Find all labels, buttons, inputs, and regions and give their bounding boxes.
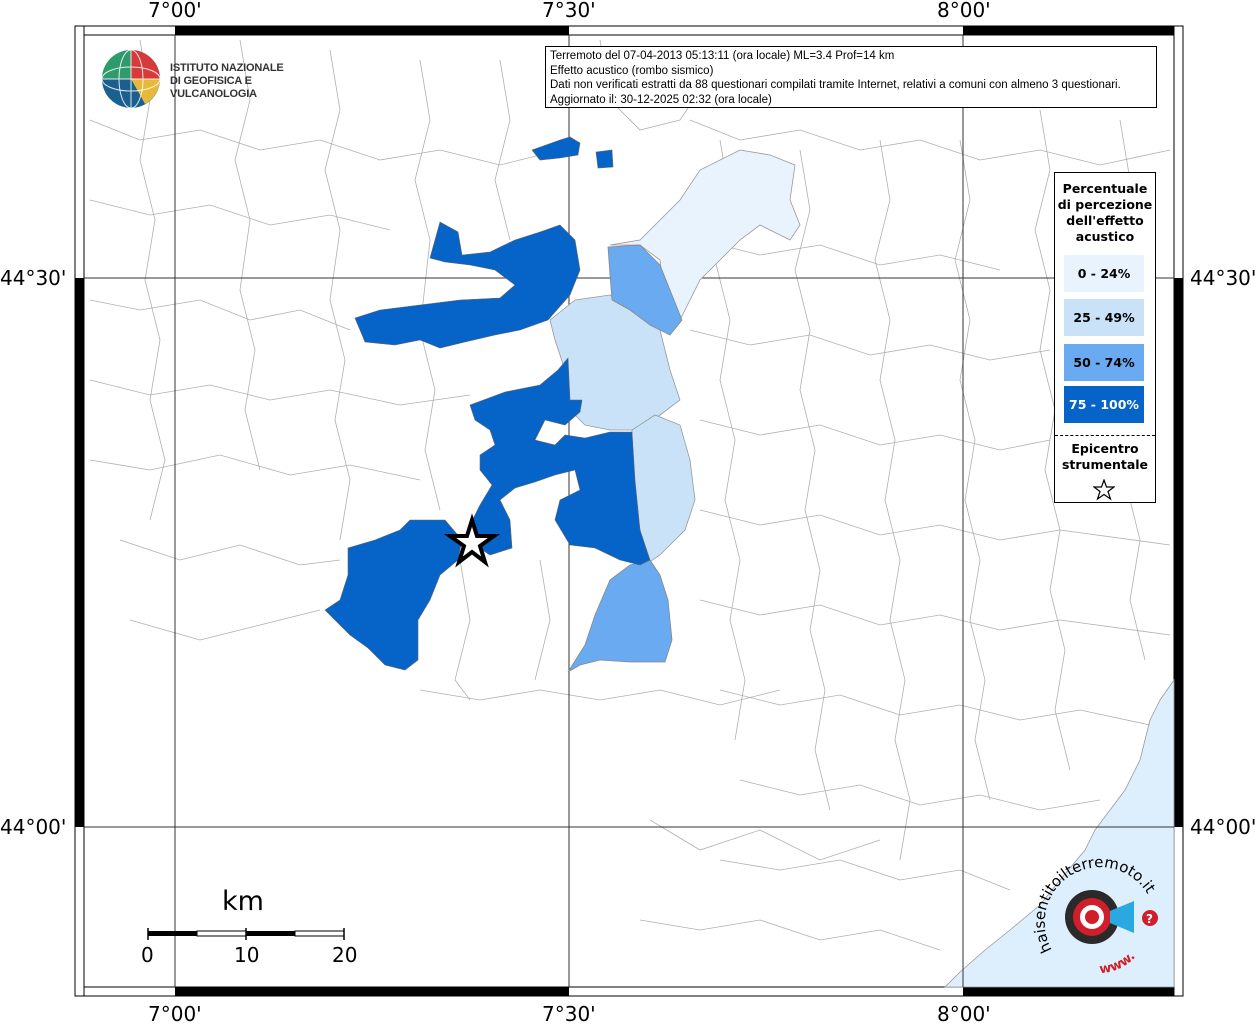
target-icon: haisentitoilterremoto.it www. ?	[1031, 853, 1160, 977]
right-tick-label-1: 44°30'	[1190, 266, 1256, 290]
haisentito-logo: haisentitoilterremoto.it www. ?	[1030, 853, 1170, 985]
legend-title: Percentuale di percezione dell'effetto a…	[1055, 181, 1155, 245]
bottom-tick-label-2: 7°30'	[542, 1002, 596, 1024]
top-tick-label-3: 8°00'	[937, 0, 991, 22]
logo-www: www.	[1098, 949, 1138, 977]
info-line-updated: Aggiornato il: 30-12-2025 02:32 (ora loc…	[550, 93, 772, 106]
legend-item-25-49: 25 - 49%	[1064, 299, 1144, 336]
legend-title-line: dell'effetto	[1066, 213, 1144, 228]
legend-epicenter-line: strumentale	[1061, 457, 1149, 472]
ingv-name-line2: DI GEOFISICA E VULCANOLOGIA	[170, 75, 257, 100]
info-line-event: Terremoto del 07-04-2013 05:13:11 (ora l…	[550, 50, 895, 62]
ingv-logo: ISTITUTO NAZIONALE DI GEOFISICA E VULCAN…	[100, 48, 320, 110]
logo-question: ?	[1146, 912, 1153, 926]
top-tick-label-1: 7°00'	[148, 0, 202, 22]
svg-text:www.: www.	[1098, 949, 1138, 977]
municipality-75-100-top2	[595, 149, 614, 169]
bottom-tick-label-3: 8°00'	[937, 1002, 991, 1024]
legend-epicenter-label: Epicentro strumentale	[1055, 441, 1155, 473]
ingv-name: ISTITUTO NAZIONALE DI GEOFISICA E VULCAN…	[170, 62, 320, 101]
scale-unit: km	[222, 886, 264, 917]
legend-star-icon	[1093, 479, 1115, 501]
legend-item-50-74: 50 - 74%	[1064, 344, 1144, 381]
bottom-tick-label-1: 7°00'	[148, 1002, 202, 1024]
globe-icon	[101, 49, 161, 109]
left-tick-label-2: 44°00'	[0, 815, 66, 839]
legend-title-line: di percezione	[1057, 197, 1153, 212]
top-tick-label-2: 7°30'	[542, 0, 596, 22]
scale-label-10: 10	[234, 943, 260, 967]
legend-title-line: Percentuale	[1062, 181, 1148, 196]
legend: Percentuale di percezione dell'effetto a…	[1054, 172, 1156, 503]
legend-item-75-100: 75 - 100%	[1064, 386, 1144, 423]
right-tick-label-2: 44°00'	[1190, 815, 1256, 839]
scale-label-20: 20	[332, 943, 358, 967]
legend-separator	[1055, 435, 1155, 436]
legend-epicenter-line: Epicentro	[1071, 441, 1139, 456]
info-line-data: Dati non verificati estratti da 88 quest…	[550, 79, 1121, 91]
scale-label-0: 0	[141, 943, 154, 967]
info-line-effect: Effetto acustico (rombo sismico)	[550, 64, 714, 77]
left-tick-label-1: 44°30'	[0, 266, 66, 290]
legend-item-0-24: 0 - 24%	[1064, 255, 1144, 292]
earthquake-info-box: Terremoto del 07-04-2013 05:13:11 (ora l…	[545, 46, 1157, 108]
legend-title-line: acustico	[1075, 229, 1135, 244]
ingv-name-line1: ISTITUTO NAZIONALE	[170, 62, 284, 74]
